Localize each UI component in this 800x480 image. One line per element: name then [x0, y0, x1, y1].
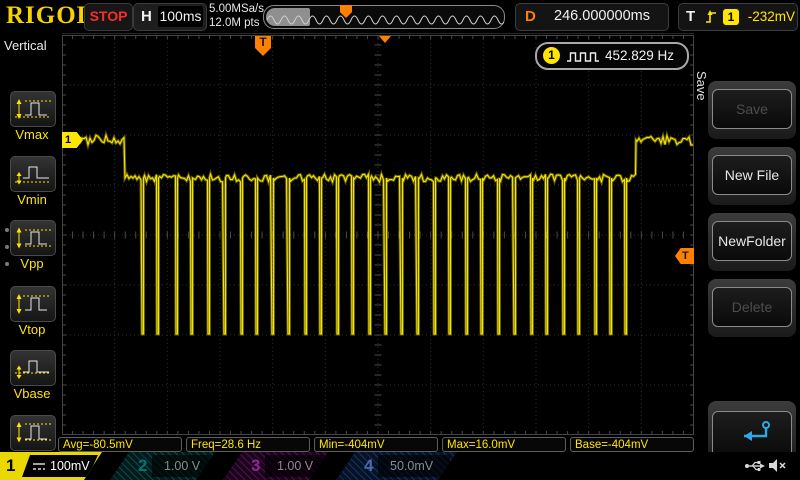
vbase-icon [13, 355, 53, 381]
channel-4-inset: 50.0mV [378, 455, 450, 477]
new-file-button[interactable]: New File [712, 155, 792, 195]
sample-rate: 5.00MSa/s [209, 3, 264, 17]
channel-1-tab[interactable]: 1 100mV [0, 452, 104, 480]
measurement-max: Max=16.0mV [442, 437, 566, 452]
timebase-box: 100ms [158, 6, 203, 27]
channel-4-scale: 50.0mV [390, 455, 433, 477]
timebase-value: 100ms [158, 6, 203, 27]
vmax-button[interactable] [10, 91, 56, 127]
dc-coupling-icon [32, 462, 46, 472]
frequency-counter-badge: 1 452.829 Hz [535, 42, 689, 70]
vtop-label: Vtop [6, 322, 58, 337]
delay-panel[interactable]: D 246.000000ms [515, 3, 669, 31]
vmin-icon [13, 161, 53, 187]
delete-button[interactable]: Delete [712, 287, 792, 327]
channel-1-inset: 100mV [22, 455, 98, 477]
channel-3-scale: 1.00 V [277, 455, 313, 477]
counter-source-badge: 1 [543, 47, 560, 64]
vmax-icon [13, 96, 53, 122]
save-button[interactable]: Save [712, 89, 792, 129]
trigger-label: T [686, 8, 695, 25]
trigger-panel[interactable]: T 1 -232mV [678, 3, 798, 31]
measurement-min: Min=-404mV [314, 437, 438, 452]
page-dot [5, 245, 9, 249]
page-dot [5, 228, 9, 232]
top-status-bar: RIGOL STOP H 100ms 5.00MSa/s 12.0M pts D… [0, 0, 800, 34]
channel-2-inset: 1.00 V [152, 455, 210, 477]
acquisition-info: 5.00MSa/s 12.0M pts [209, 3, 264, 30]
delay-label: D [525, 8, 536, 25]
page-dot [5, 262, 9, 266]
memory-waveform-icon [264, 6, 504, 28]
channel-2-tab[interactable]: 2 1.00 V [110, 452, 216, 480]
vpp-button[interactable] [10, 220, 56, 256]
vmax-label: Vmax [6, 127, 58, 142]
vbase-button[interactable] [10, 350, 56, 386]
save-menu: Save Save New File NewFolder Delete [694, 33, 800, 452]
measurement-avg: Avg=-80.5mV [58, 437, 182, 452]
channel-3-inset: 1.00 V [265, 455, 323, 477]
channel-3-tab[interactable]: 3 1.00 V [223, 452, 329, 480]
ch1-trace [62, 35, 694, 435]
new-folder-button[interactable]: NewFolder [712, 221, 792, 261]
vtop-button[interactable] [10, 286, 56, 322]
menu-tab-label: Save [694, 71, 709, 101]
channel-1-number: 1 [6, 452, 15, 480]
rising-edge-icon [703, 8, 719, 26]
channel-4-tab[interactable]: 4 50.0mV [336, 452, 458, 480]
return-arrow-icon [730, 417, 774, 447]
run-stop-status[interactable]: STOP [84, 3, 133, 31]
trigger-level-value: -232mV [743, 4, 795, 29]
measurement-base: Base=-404mV [570, 437, 694, 452]
channel-3-number: 3 [251, 452, 260, 480]
channel-2-number: 2 [138, 452, 147, 480]
horizontal-label: H [141, 8, 152, 25]
vmin-button[interactable] [10, 156, 56, 192]
memory-position-indicator[interactable] [263, 5, 505, 29]
vertical-measure-menu: Vertical Vmax Vmin Vpp [0, 33, 62, 452]
menu-title: Vertical [4, 38, 47, 53]
vbase-label: Vbase [6, 386, 58, 401]
usb-icon [744, 459, 766, 473]
counter-value: 452.829 Hz [605, 44, 674, 67]
memory-depth: 12.0M pts [209, 17, 264, 31]
measurement-freq: Freq=28.6 Hz [186, 437, 310, 452]
delay-value: 246.000000ms [542, 4, 662, 29]
vamp-button[interactable] [10, 415, 56, 451]
vamp-icon [13, 420, 53, 446]
channel-1-scale: 100mV [50, 455, 90, 477]
vpp-icon [13, 225, 53, 251]
channel-4-number: 4 [364, 452, 373, 480]
vtop-icon [13, 291, 53, 317]
speaker-muted-icon [768, 457, 788, 474]
trigger-source-badge: 1 [723, 9, 739, 25]
back-button[interactable] [712, 411, 792, 457]
rigol-logo: RIGOL [6, 2, 94, 30]
vmin-label: Vmin [6, 192, 58, 207]
square-wave-icon [565, 50, 601, 63]
vpp-label: Vpp [6, 256, 58, 271]
channel-2-scale: 1.00 V [164, 455, 200, 477]
horizontal-panel[interactable]: H 100ms [133, 3, 207, 31]
channel-status-bar: 1 100mV 2 1.00 V 3 1.00 V 4 50.0mV [0, 452, 800, 480]
waveform-display: T 1 T 1 452.829 Hz [62, 35, 694, 435]
